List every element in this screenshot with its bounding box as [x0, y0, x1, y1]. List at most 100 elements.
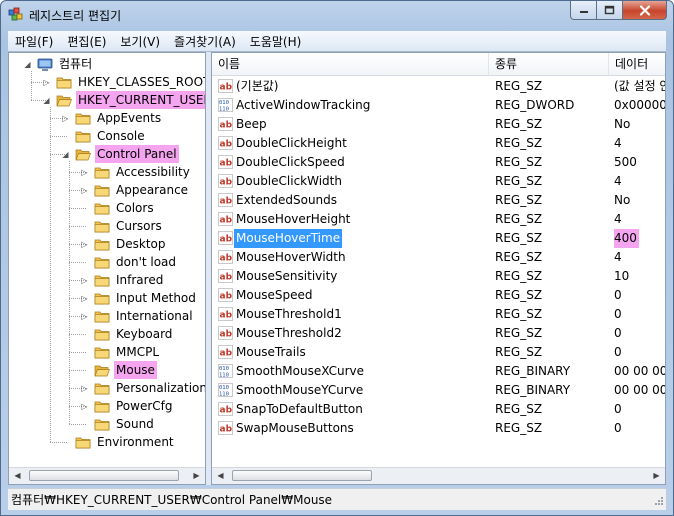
tree-item-personalization[interactable]: ▷ Personalization	[80, 379, 205, 397]
value-row[interactable]: ab ExtendedSounds REG_SZ No	[212, 191, 665, 210]
svg-text:ab: ab	[220, 254, 233, 264]
close-button[interactable]	[623, 1, 667, 20]
tree-item-mmcpl[interactable]: MMCPL	[80, 343, 161, 361]
string-value-icon: ab	[218, 212, 233, 226]
tree-guide-line	[31, 71, 32, 100]
value-type: REG_SZ	[495, 288, 543, 302]
column-header-name[interactable]: 이름	[212, 53, 489, 75]
tree-item-console[interactable]: Console	[61, 127, 147, 145]
list-horizontal-scrollbar[interactable]: ◀ ▶	[212, 467, 665, 484]
tree-item-environment[interactable]: Environment	[61, 433, 176, 451]
tree-item-accessibility[interactable]: ▷ Accessibility	[80, 163, 192, 181]
value-row[interactable]: ab DoubleClickSpeed REG_SZ 500	[212, 153, 665, 172]
value-row[interactable]: ab MouseHoverHeight REG_SZ 4	[212, 210, 665, 229]
values-list-pane[interactable]: 이름 종류 데이터 ab (기본값) REG_SZ (값 설정 안 010 110 Acti…	[211, 52, 666, 485]
tree-item-컴퓨터[interactable]: ◢ 컴퓨터	[23, 55, 94, 73]
tree-item-powercfg[interactable]: ▷ PowerCfg	[80, 397, 175, 415]
tree-scroll-thumb[interactable]	[29, 470, 179, 481]
minimize-button[interactable]	[570, 1, 597, 20]
value-row[interactable]: ab SnapToDefaultButton REG_SZ 0	[212, 400, 665, 419]
value-type: REG_DWORD	[495, 98, 575, 112]
expand-arrow-icon[interactable]: ▷	[80, 294, 89, 303]
list-scroll-thumb[interactable]	[232, 470, 372, 481]
value-row[interactable]: ab MouseSensitivity REG_SZ 10	[212, 267, 665, 286]
expand-arrow-icon[interactable]: ▷	[80, 240, 89, 249]
tree-item-mouse[interactable]: Mouse	[80, 361, 157, 379]
tree-item-don-t-load[interactable]: don't load	[80, 253, 178, 271]
expand-arrow-icon[interactable]: ▷	[80, 384, 89, 393]
expand-arrow-icon[interactable]: ▷	[80, 186, 89, 195]
value-row[interactable]: ab MouseThreshold2 REG_SZ 0	[212, 324, 665, 343]
scroll-left-icon[interactable]: ◀	[9, 468, 26, 484]
folder-icon	[94, 238, 110, 251]
tree-horizontal-scrollbar[interactable]: ◀ ▶	[9, 467, 205, 484]
value-row[interactable]: ab MouseTrails REG_SZ 0	[212, 343, 665, 362]
tree-item-hkey-classes-root[interactable]: ▷ HKEY_CLASSES_ROOT	[42, 73, 205, 91]
value-row[interactable]: ab (기본값) REG_SZ (값 설정 안	[212, 77, 665, 96]
expand-arrow-icon[interactable]: ▷	[80, 402, 89, 411]
tree-item-label: Input Method	[116, 291, 196, 305]
value-row[interactable]: ab SwapMouseButtons REG_SZ 0	[212, 419, 665, 438]
menu-edit[interactable]: 편집(E)	[60, 33, 113, 50]
value-row[interactable]: ab MouseHoverWidth REG_SZ 4	[212, 248, 665, 267]
scroll-left-icon[interactable]: ◀	[212, 468, 229, 484]
tree-item-keyboard[interactable]: Keyboard	[80, 325, 174, 343]
tree-item-sound[interactable]: Sound	[80, 415, 156, 433]
tree-item-label: 컴퓨터	[59, 57, 93, 71]
value-row[interactable]: ab MouseThreshold1 REG_SZ 0	[212, 305, 665, 324]
tree-item-colors[interactable]: Colors	[80, 199, 156, 217]
value-row[interactable]: 010 110 ActiveWindowTracking REG_DWORD 0x000…	[212, 96, 665, 115]
value-name: Beep	[236, 117, 267, 131]
tree-item-infrared[interactable]: ▷ Infrared	[80, 271, 165, 289]
expand-arrow-icon[interactable]: ▷	[80, 168, 89, 177]
tree-item-label: Environment	[97, 435, 174, 449]
menu-favorites[interactable]: 즐겨찾기(A)	[167, 33, 243, 50]
value-data: 4	[614, 136, 622, 150]
value-row[interactable]: 010 110 SmoothMouseYCurve REG_BINARY 00 00 0…	[212, 381, 666, 400]
expand-arrow-icon[interactable]: ▷	[61, 114, 70, 123]
tree-item-hkey-current-user[interactable]: ◢ HKEY_CURRENT_USER	[42, 91, 205, 109]
tree-item-control-panel[interactable]: ◢ Control Panel	[61, 145, 179, 163]
expand-arrow-icon[interactable]: ▷	[42, 78, 51, 87]
value-row[interactable]: ab DoubleClickWidth REG_SZ 4	[212, 172, 665, 191]
open-folder-icon	[94, 364, 111, 377]
folder-icon	[94, 202, 110, 215]
scroll-right-icon[interactable]: ▶	[188, 468, 205, 484]
title-bar[interactable]: 레지스트리 편집기	[1, 1, 673, 31]
column-header-type[interactable]: 종류	[489, 53, 609, 75]
tree-item-international[interactable]: ▷ International	[80, 307, 195, 325]
tree-item-appearance[interactable]: ▷ Appearance	[80, 181, 190, 199]
svg-text:010: 010	[219, 366, 229, 372]
value-row[interactable]: ab DoubleClickHeight REG_SZ 4	[212, 134, 665, 153]
menu-help[interactable]: 도움말(H)	[243, 33, 309, 50]
tree-item-desktop[interactable]: ▷ Desktop	[80, 235, 168, 253]
column-header-data[interactable]: 데이터	[609, 53, 665, 75]
expand-arrow-icon[interactable]: ▷	[80, 276, 89, 285]
expand-arrow-icon[interactable]: ▷	[80, 312, 89, 321]
maximize-button[interactable]	[597, 1, 623, 20]
value-data: 0	[614, 345, 622, 359]
tree-item-appevents[interactable]: ▷ AppEvents	[61, 109, 163, 127]
value-data: No	[614, 117, 631, 131]
menu-file[interactable]: 파일(F)	[8, 33, 60, 50]
value-row[interactable]: 010 110 SmoothMouseXCurve REG_BINARY 00 00 0…	[212, 362, 665, 381]
value-row[interactable]: ab Beep REG_SZ No	[212, 115, 665, 134]
collapse-arrow-icon[interactable]: ◢	[23, 60, 32, 69]
tree-item-cursors[interactable]: Cursors	[80, 217, 164, 235]
string-value-icon: ab	[218, 307, 233, 321]
menu-view[interactable]: 보기(V)	[113, 33, 167, 50]
value-data: 00 00 00	[614, 383, 666, 397]
tree-item-label: Sound	[116, 417, 154, 431]
scroll-right-icon[interactable]: ▶	[648, 468, 665, 484]
value-row[interactable]: ab MouseSpeed REG_SZ 0	[212, 286, 665, 305]
collapse-arrow-icon[interactable]: ◢	[42, 96, 51, 105]
key-tree-pane[interactable]: ◢ 컴퓨터 ▷ HKEY_CLASSES_ROOT ◢ HKEY_CURRENT_USER…	[8, 52, 206, 485]
resize-grip-icon[interactable]	[652, 496, 664, 508]
value-row[interactable]: ab MouseHoverTime REG_SZ 400	[212, 229, 665, 248]
collapse-arrow-icon[interactable]: ◢	[61, 150, 70, 159]
tree-item-input-method[interactable]: ▷ Input Method	[80, 289, 198, 307]
status-path: 컴퓨터₩HKEY_CURRENT_USER₩Control Panel₩Mous…	[11, 493, 333, 507]
